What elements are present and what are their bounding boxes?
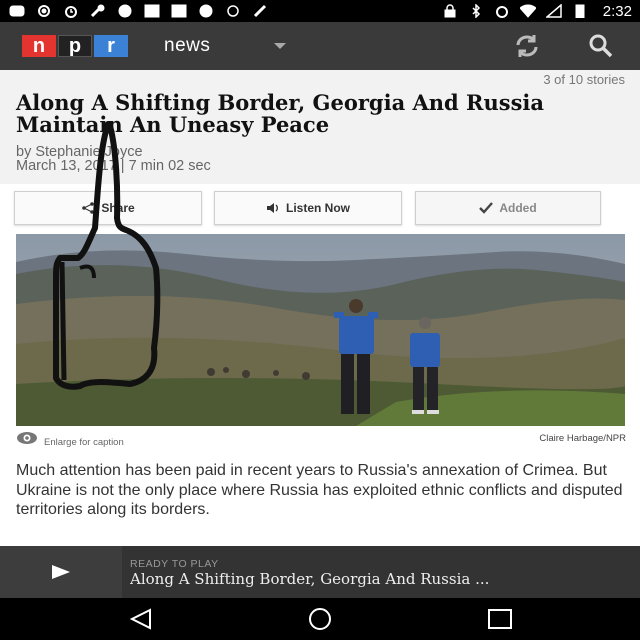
logo-letter-n: n [22, 35, 56, 57]
emoji-icon [116, 4, 134, 18]
audio-player-bar[interactable]: READY TO PLAY Along A Shifting Border, G… [0, 546, 640, 598]
refresh-icon [516, 35, 538, 57]
listen-now-button[interactable]: Listen Now [214, 191, 402, 225]
player-status: READY TO PLAY [130, 558, 219, 570]
caption-row: Enlarge for caption Claire Harbage/NPR [16, 430, 626, 448]
bluetooth-icon [467, 4, 485, 18]
logo-letter-r: r [94, 35, 128, 57]
listen-now-label: Listen Now [285, 201, 350, 215]
section-selector[interactable]: news [164, 35, 210, 57]
checkmark-icon [479, 202, 494, 214]
wifi-icon [519, 4, 537, 18]
speaker-icon [266, 203, 278, 213]
play-button[interactable] [0, 546, 122, 598]
share-icon [82, 202, 95, 214]
battery-charging-icon [571, 4, 589, 18]
notification-icons [8, 4, 441, 18]
enlarge-icon[interactable] [16, 431, 38, 445]
share-label: Share [101, 201, 135, 215]
search-button[interactable] [586, 32, 616, 60]
enlarge-caption-link[interactable]: Enlarge for caption [44, 437, 124, 448]
signal-off-icon [545, 4, 563, 18]
search-icon [589, 34, 613, 58]
facebook-icon [143, 4, 161, 18]
info-icon [224, 4, 242, 18]
photo-credit: Claire Harbage/NPR [539, 433, 626, 444]
byline: by Stephanie Joyce March 13, 2017 | 7 mi… [16, 145, 211, 174]
added-button[interactable]: Added [415, 191, 601, 225]
article-photo[interactable] [16, 234, 625, 426]
notification-dot-icon [35, 4, 53, 18]
no-sim-icon [251, 4, 269, 18]
back-icon[interactable] [124, 606, 160, 632]
wrench-icon [89, 4, 107, 18]
facebook-icon [170, 4, 188, 18]
app-bar: n p r news [0, 22, 640, 70]
recent-apps-icon[interactable] [482, 606, 518, 632]
alarm-icon [62, 4, 80, 18]
author[interactable]: by Stephanie Joyce [16, 145, 211, 160]
player-title: Along A Shifting Border, Georgia And Rus… [130, 570, 490, 588]
alarm-icon [493, 4, 511, 18]
share-button[interactable]: Share [14, 191, 202, 225]
added-label: Added [499, 201, 537, 215]
messages-icon [8, 4, 26, 18]
article-body: Much attention has been paid in recent y… [16, 462, 623, 518]
status-bar: 2:32 [0, 0, 640, 22]
story-position: 3 of 10 stories [543, 72, 625, 87]
chevron-down-icon[interactable] [274, 43, 287, 49]
system-icons: 2:32 [441, 3, 632, 20]
refresh-button[interactable] [509, 32, 545, 60]
clock: 2:32 [602, 2, 632, 20]
logo-letter-p: p [58, 35, 92, 57]
home-icon[interactable] [302, 606, 338, 632]
system-nav-bar [0, 598, 640, 640]
npr-logo[interactable]: n p r [22, 35, 128, 57]
emoji-icon [197, 4, 215, 18]
lock-icon [441, 4, 459, 18]
play-icon [52, 565, 70, 579]
article-headline: Along A Shifting Border, Georgia And Rus… [16, 90, 545, 137]
article-meta: March 13, 2017 | 7 min 02 sec [16, 158, 211, 174]
